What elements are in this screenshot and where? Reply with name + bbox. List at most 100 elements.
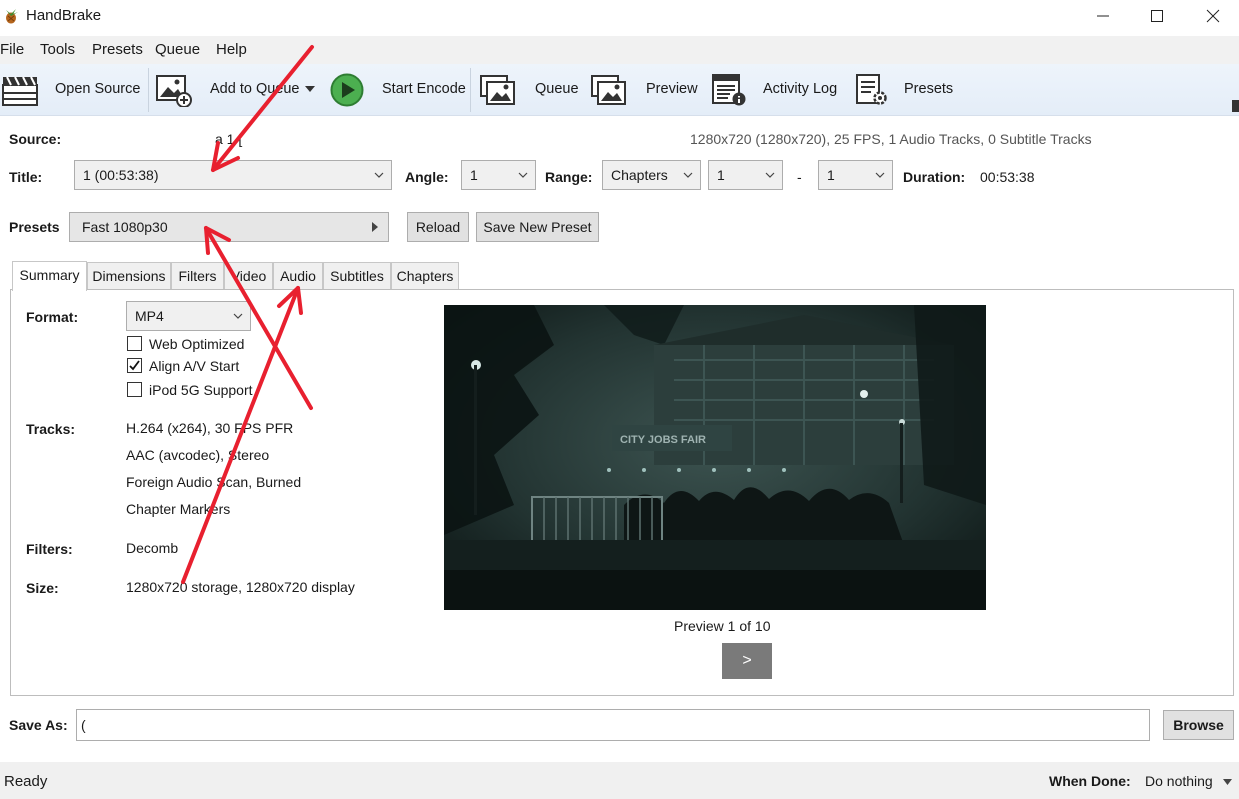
range-start-select[interactable]: 1: [708, 160, 783, 190]
menu-queue[interactable]: Queue: [155, 41, 200, 58]
start-encode-label: Start Encode: [382, 81, 466, 97]
minimize-button[interactable]: [1076, 0, 1130, 32]
menu-help[interactable]: Help: [216, 41, 247, 58]
add-to-queue-button[interactable]: Add to Queue: [153, 64, 321, 116]
status-text: Ready: [4, 773, 48, 790]
title-bar: HandBrake: [0, 0, 1239, 32]
menu-bar: File Tools Presets Queue Help: [0, 36, 1239, 64]
pineapple-app-icon: [6, 9, 18, 24]
toolbar-overflow-mark: [1232, 100, 1239, 112]
range-type-value: Chapters: [611, 167, 668, 183]
preview-caption: Preview 1 of 10: [674, 618, 771, 634]
tab-subtitles[interactable]: Subtitles: [323, 262, 391, 290]
save-as-value: (: [81, 717, 86, 733]
save-as-label: Save As:: [9, 717, 68, 733]
web-optimized-checkbox[interactable]: [127, 336, 142, 351]
chevron-down-icon: [374, 172, 384, 178]
source-name: a 1 [: [215, 131, 243, 147]
track-video: H.264 (x264), 30 FPS PFR: [126, 420, 294, 436]
filters-label: Filters:: [26, 541, 73, 557]
ipod-label: iPod 5G Support: [149, 382, 253, 398]
save-as-field[interactable]: (: [76, 709, 1150, 741]
range-end-value: 1: [827, 167, 835, 183]
dropdown-arrow-icon: [1223, 779, 1232, 785]
size-label: Size:: [26, 580, 59, 596]
status-bar: Ready When Done: Do nothing: [0, 762, 1239, 799]
maximize-icon: [1151, 10, 1163, 22]
clapperboard-icon: [2, 76, 38, 106]
source-label: Source:: [9, 131, 62, 147]
queue-button[interactable]: Queue: [477, 64, 582, 116]
format-select[interactable]: MP4: [126, 301, 251, 331]
checkmark-icon: [129, 360, 140, 371]
open-source-button[interactable]: Open Source: [0, 64, 145, 116]
next-preview-button[interactable]: >: [722, 643, 772, 679]
queue-icon: [480, 75, 515, 105]
chevron-down-icon: [518, 172, 528, 178]
tab-audio[interactable]: Audio: [273, 262, 323, 290]
track-chapters: Chapter Markers: [126, 501, 231, 517]
web-optimized-label: Web Optimized: [149, 336, 245, 352]
track-subtitle: Foreign Audio Scan, Burned: [126, 474, 302, 490]
presets-icon: [856, 74, 887, 105]
menu-presets[interactable]: Presets: [92, 41, 143, 58]
title-select[interactable]: 1 (00:53:38): [74, 160, 392, 190]
add-to-queue-label: Add to Queue: [210, 81, 300, 97]
add-image-icon: [156, 75, 192, 107]
maximize-button[interactable]: [1130, 0, 1184, 32]
tab-chapters[interactable]: Chapters: [391, 262, 459, 290]
activity-log-icon: [712, 74, 746, 106]
toolbar: Open Source Add to Queue Start Encode Qu…: [0, 64, 1239, 116]
presets-row-label: Presets: [9, 219, 60, 235]
reload-button[interactable]: Reload: [407, 212, 469, 242]
when-done-label: When Done:: [1049, 773, 1131, 789]
preset-selector[interactable]: Fast 1080p30: [69, 212, 389, 242]
minimize-icon: [1097, 15, 1109, 17]
tracks-label: Tracks:: [26, 421, 76, 437]
preview-icon: [591, 75, 626, 105]
tab-summary[interactable]: Summary: [12, 261, 87, 291]
angle-select-value: 1: [470, 167, 478, 183]
filters-value: Decomb: [126, 540, 179, 556]
close-icon: [1206, 9, 1220, 23]
open-source-label: Open Source: [55, 81, 141, 97]
toolbar-separator: [148, 68, 149, 112]
browse-button[interactable]: Browse: [1163, 710, 1234, 740]
duration-value: 00:53:38: [980, 169, 1035, 185]
presets-label: Presets: [904, 81, 954, 97]
range-separator: -: [797, 169, 802, 185]
range-end-select[interactable]: 1: [818, 160, 893, 190]
play-icon: [330, 73, 364, 107]
window-title: HandBrake: [26, 7, 102, 24]
ipod-checkbox[interactable]: [127, 382, 142, 397]
source-info: 1280x720 (1280x720), 25 FPS, 1 Audio Tra…: [690, 131, 1092, 147]
menu-tools[interactable]: Tools: [40, 41, 75, 58]
range-type-select[interactable]: Chapters: [602, 160, 701, 190]
tab-video[interactable]: Video: [224, 262, 273, 290]
dropdown-arrow-icon[interactable]: [305, 85, 315, 93]
start-encode-button[interactable]: Start Encode: [326, 64, 466, 116]
size-value: 1280x720 storage, 1280x720 display: [126, 579, 355, 595]
tab-filters[interactable]: Filters: [171, 262, 224, 290]
tab-dimensions[interactable]: Dimensions: [87, 262, 171, 290]
activity-log-button[interactable]: Activity Log: [708, 64, 845, 116]
preview-sign-text: CITY JOBS FAIR: [620, 434, 706, 446]
handbrake-window: HandBrake File Tools Presets Queue Help: [0, 0, 1239, 799]
angle-select[interactable]: 1: [461, 160, 536, 190]
chevron-right-icon: [372, 222, 378, 232]
save-new-preset-button[interactable]: Save New Preset: [476, 212, 599, 242]
preview-scene: CITY JOBS FAIR: [444, 305, 986, 610]
chevron-down-icon: [875, 172, 885, 178]
close-button[interactable]: [1186, 0, 1239, 32]
angle-label: Angle:: [405, 169, 449, 185]
duration-label: Duration:: [903, 169, 966, 185]
chevron-down-icon: [765, 172, 775, 178]
when-done-select[interactable]: Do nothing: [1145, 770, 1237, 794]
presets-button[interactable]: Presets: [852, 64, 962, 116]
menu-file[interactable]: File: [0, 41, 24, 58]
preset-selector-value: Fast 1080p30: [82, 219, 168, 235]
track-audio: AAC (avcodec), Stereo: [126, 447, 270, 463]
preview-button[interactable]: Preview: [588, 64, 700, 116]
range-start-value: 1: [717, 167, 725, 183]
align-av-checkbox[interactable]: [127, 358, 142, 373]
